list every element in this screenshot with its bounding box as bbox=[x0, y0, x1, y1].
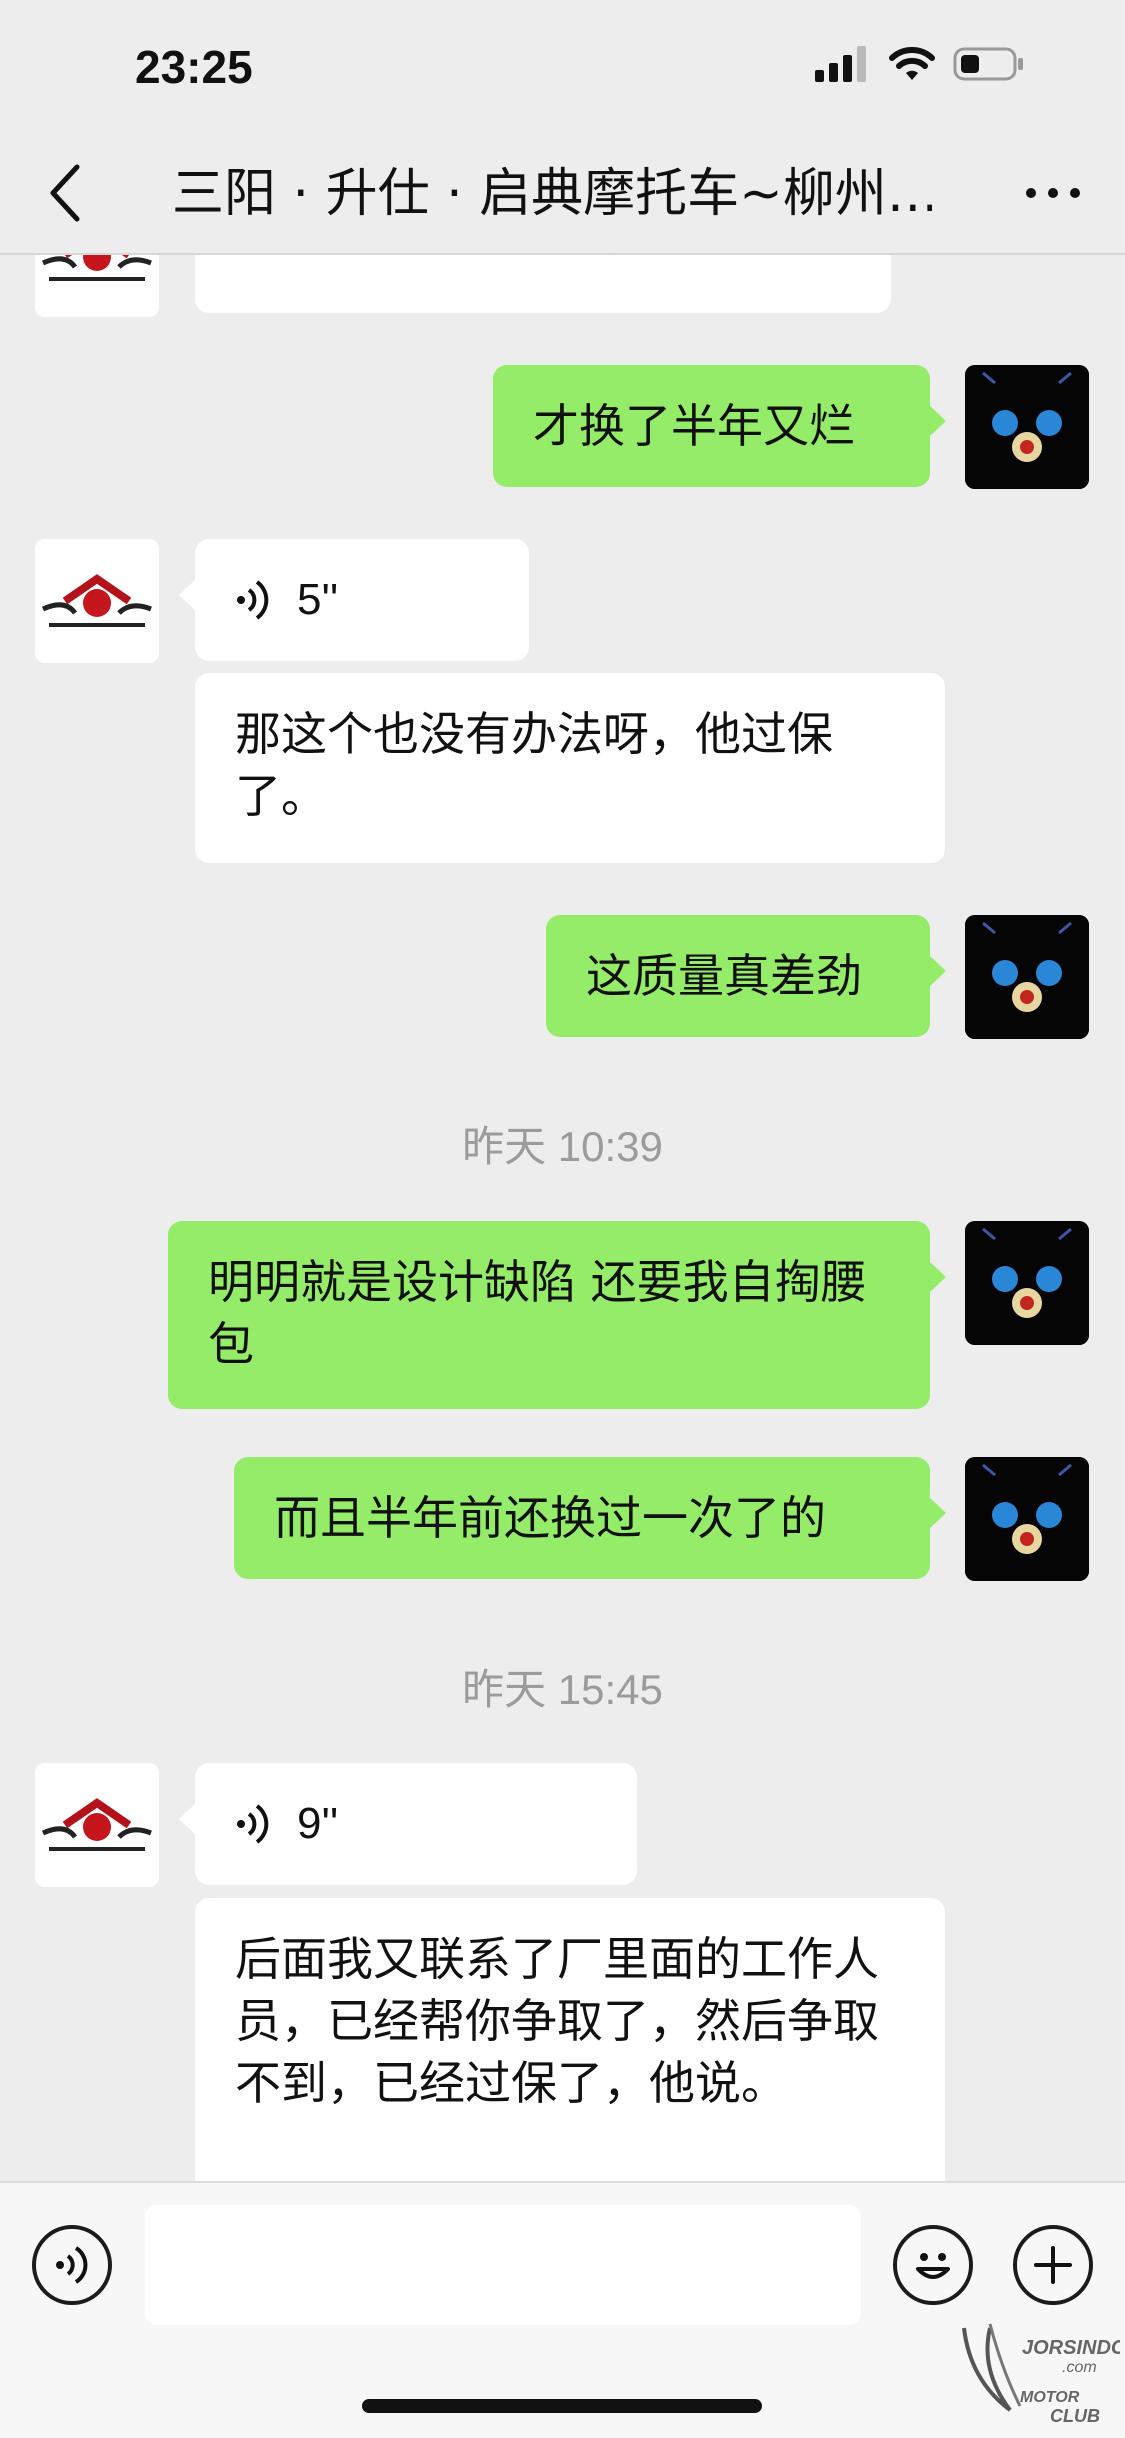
home-indicator[interactable] bbox=[362, 2399, 762, 2413]
chevron-left-icon[interactable] bbox=[45, 161, 85, 225]
status-time: 23:25 bbox=[135, 41, 253, 93]
plus-button[interactable] bbox=[1013, 2225, 1093, 2305]
my-avatar[interactable] bbox=[965, 1221, 1089, 1345]
headlight-avatar-icon bbox=[965, 1457, 1089, 1581]
voice-wave-icon bbox=[237, 1804, 269, 1844]
contact-avatar[interactable] bbox=[35, 253, 159, 317]
status-icons bbox=[815, 46, 1025, 82]
received-message[interactable]: 后面我又联系了厂里面的工作人员，已经帮你争取了，然后争取不到，已经过保了，他说。 bbox=[195, 1898, 945, 2181]
contact-avatar[interactable] bbox=[35, 539, 159, 663]
voice-toggle-button[interactable] bbox=[32, 2225, 112, 2305]
received-message[interactable]: 那这个也没有办法呀，他过保了。 bbox=[195, 673, 945, 863]
voice-duration: 5'' bbox=[297, 575, 339, 624]
message-text: 后面我又联系了厂里面的工作人员，已经帮你争取了，然后争取不到，已经过保了，他说。 bbox=[235, 1932, 879, 2110]
my-avatar[interactable] bbox=[965, 1457, 1089, 1581]
voice-wave-icon bbox=[56, 2246, 88, 2284]
voice-message[interactable]: 9'' bbox=[179, 1763, 637, 1885]
message-text: 明明就是设计缺陷 还要我自掏腰包 bbox=[208, 1255, 867, 1371]
battery-icon bbox=[953, 47, 1023, 81]
sent-message[interactable]: 这质量真差劲 bbox=[546, 915, 946, 1037]
watermark-line4: CLUB bbox=[1050, 2406, 1100, 2426]
message-timestamp: 昨天 10:39 bbox=[462, 1123, 663, 1170]
message-text: 而且半年前还换过一次了的 bbox=[274, 1491, 826, 1545]
calligraphy-logo-icon bbox=[35, 539, 159, 663]
more-dots-icon[interactable] bbox=[1021, 173, 1085, 213]
wifi-icon bbox=[889, 47, 935, 80]
message-timestamp: 昨天 15:45 bbox=[462, 1666, 663, 1713]
message-input[interactable] bbox=[145, 2205, 861, 2325]
message-text: 才换了半年又烂 bbox=[533, 399, 855, 453]
sent-message[interactable]: 而且半年前还换过一次了的 bbox=[234, 1457, 946, 1579]
sent-message[interactable]: 明明就是设计缺陷 还要我自掏腰包 bbox=[168, 1221, 946, 1409]
watermark-line2: .com bbox=[1062, 2359, 1097, 2376]
calligraphy-logo-icon bbox=[35, 1763, 159, 1887]
watermark-logo: JORSINDO .com MOTOR CLUB bbox=[950, 2310, 1125, 2430]
my-avatar[interactable] bbox=[965, 915, 1089, 1039]
voice-message[interactable]: 5'' bbox=[179, 539, 529, 661]
chat-header: 三阳 · 升仕 · 启典摩托车~柳州… bbox=[0, 135, 1125, 255]
message-text: 那这个也没有办法呀，他过保了。 bbox=[235, 707, 833, 823]
my-avatar[interactable] bbox=[965, 365, 1089, 489]
headlight-avatar-icon bbox=[965, 1221, 1089, 1345]
emoji-button[interactable] bbox=[893, 2225, 973, 2305]
calligraphy-logo-icon bbox=[35, 253, 159, 317]
chat-title[interactable]: 三阳 · 升仕 · 启典摩托车~柳州… bbox=[172, 159, 932, 229]
watermark-line3: MOTOR bbox=[1020, 2389, 1080, 2406]
headlight-avatar-icon bbox=[965, 915, 1089, 1039]
contact-avatar[interactable] bbox=[35, 1763, 159, 1887]
voice-duration: 9'' bbox=[297, 1799, 339, 1848]
message-text: 这质量真差劲 bbox=[586, 949, 862, 1003]
voice-wave-icon bbox=[237, 580, 269, 620]
plus-icon bbox=[1034, 2246, 1072, 2284]
motor-club-logo-icon: JORSINDO .com MOTOR CLUB bbox=[962, 2323, 1125, 2426]
headlight-avatar-icon bbox=[965, 365, 1089, 489]
emoji-icon bbox=[916, 2253, 950, 2279]
signal-icon bbox=[815, 46, 866, 82]
sent-message[interactable]: 才换了半年又烂 bbox=[493, 365, 946, 487]
status-bar: 23:25 bbox=[0, 0, 1125, 135]
watermark-line1: JORSINDO bbox=[1022, 2337, 1120, 2359]
received-message[interactable]: 币某保质期是一年，过保了 bbox=[195, 253, 891, 313]
message-list[interactable]: 币某保质期是一年，过保了 才换了半年又烂 bbox=[0, 253, 1125, 2181]
